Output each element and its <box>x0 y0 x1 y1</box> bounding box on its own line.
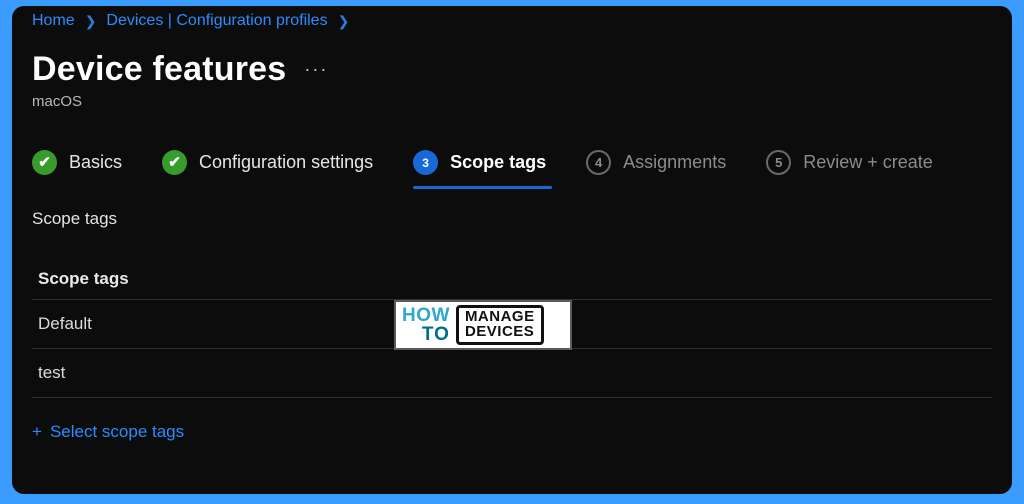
step-label: Configuration settings <box>199 152 373 173</box>
more-button[interactable]: ··· <box>304 59 328 80</box>
watermark-text: MANAGE <box>465 309 535 324</box>
plus-icon: + <box>32 422 42 442</box>
watermark-logo: HOW TO MANAGE DEVICES <box>394 300 572 350</box>
chevron-right-icon: ❯ <box>338 13 350 30</box>
step-scope-tags[interactable]: 3 Scope tags <box>413 150 546 175</box>
breadcrumb-devices-config[interactable]: Devices | Configuration profiles <box>106 12 327 30</box>
page-title: Device features <box>32 50 286 89</box>
chevron-right-icon: ❯ <box>85 13 97 30</box>
checkmark-icon: ✔ <box>162 150 187 175</box>
section-heading: Scope tags <box>32 209 992 229</box>
page-subtitle: macOS <box>32 93 992 110</box>
checkmark-icon: ✔ <box>32 150 57 175</box>
step-label: Review + create <box>803 152 933 173</box>
table-row[interactable]: test <box>32 349 992 398</box>
step-number-icon: 5 <box>766 150 791 175</box>
wizard-steps: ✔ Basics ✔ Configuration settings 3 Scop… <box>32 150 992 175</box>
step-number-icon: 3 <box>413 150 438 175</box>
breadcrumb: Home ❯ Devices | Configuration profiles … <box>32 6 992 30</box>
breadcrumb-home[interactable]: Home <box>32 12 75 30</box>
step-label: Basics <box>69 152 122 173</box>
watermark-text: TO <box>422 325 450 344</box>
step-label: Scope tags <box>450 152 546 173</box>
step-basics[interactable]: ✔ Basics <box>32 150 122 175</box>
step-label: Assignments <box>623 152 726 173</box>
page-panel: Home ❯ Devices | Configuration profiles … <box>12 6 1012 494</box>
step-review-create[interactable]: 5 Review + create <box>766 150 933 175</box>
watermark-text: HOW <box>402 306 450 325</box>
step-configuration-settings[interactable]: ✔ Configuration settings <box>162 150 373 175</box>
select-scope-tags-button[interactable]: + Select scope tags <box>32 422 184 442</box>
step-assignments[interactable]: 4 Assignments <box>586 150 726 175</box>
table-header: Scope tags <box>32 263 992 300</box>
add-link-label: Select scope tags <box>50 422 184 442</box>
step-number-icon: 4 <box>586 150 611 175</box>
watermark-text: DEVICES <box>465 324 535 339</box>
